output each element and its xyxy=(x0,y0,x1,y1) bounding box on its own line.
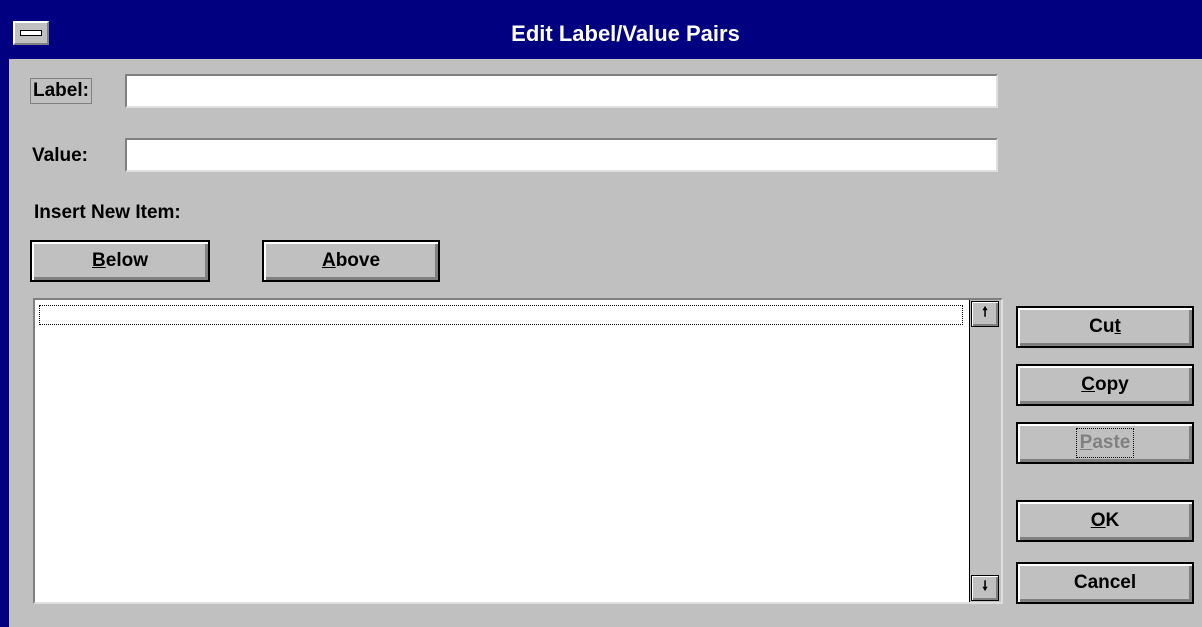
label-caption: Label: xyxy=(30,78,92,104)
paste-label: aste xyxy=(1092,432,1131,453)
insert-below-button[interactable]: Below xyxy=(30,240,210,282)
cut-button[interactable]: Cu t xyxy=(1016,306,1194,348)
arrow-down-icon: 🠗 xyxy=(982,578,988,593)
ok-accel: O xyxy=(1090,510,1106,531)
value-caption: Value: xyxy=(32,145,88,166)
title-bar: Edit Label/Value Pairs xyxy=(9,9,1202,59)
copy-label: opy xyxy=(1094,374,1129,395)
label-field[interactable] xyxy=(125,74,998,108)
value-field[interactable] xyxy=(125,138,998,172)
edit-label-value-dialog: Edit Label/Value Pairs Label: Value: Ins… xyxy=(0,0,1202,627)
cut-accel: t xyxy=(1114,316,1121,337)
insert-above-button[interactable]: Above xyxy=(262,240,440,282)
window-title: Edit Label/Value Pairs xyxy=(511,21,740,46)
paste-accel: P xyxy=(1079,432,1093,453)
copy-accel: C xyxy=(1081,374,1095,395)
below-label: elow xyxy=(105,250,148,271)
above-accel: A xyxy=(321,250,336,271)
cut-label-prefix: Cu xyxy=(1089,316,1115,337)
insert-new-item-label: Insert New Item: xyxy=(34,202,181,223)
ok-label: K xyxy=(1105,510,1120,531)
paste-label-wrap: Paste xyxy=(1075,428,1135,458)
cancel-button[interactable]: Cancel xyxy=(1016,562,1194,604)
copy-button[interactable]: Copy xyxy=(1016,364,1194,406)
scroll-up-button[interactable]: 🠕 xyxy=(971,301,999,327)
above-label: bove xyxy=(335,250,381,271)
arrow-up-icon: 🠕 xyxy=(982,304,988,319)
paste-button[interactable]: Paste xyxy=(1016,422,1194,464)
scroll-down-button[interactable]: 🠗 xyxy=(971,575,999,601)
vertical-scrollbar[interactable]: 🠕 🠗 xyxy=(969,300,1001,602)
list-item[interactable] xyxy=(39,305,963,325)
pairs-listbox[interactable]: 🠕 🠗 xyxy=(33,298,1003,604)
below-accel: B xyxy=(92,250,106,271)
ok-button[interactable]: OK xyxy=(1016,500,1194,542)
